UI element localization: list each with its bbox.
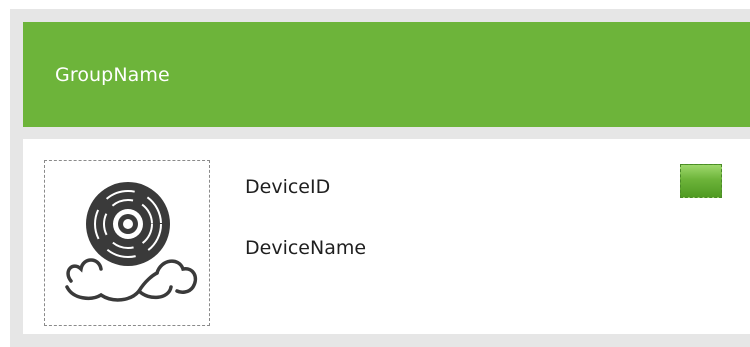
- group-name: GroupName: [55, 64, 170, 86]
- disc-cloud-icon: [65, 182, 198, 302]
- device-image-frame: [44, 160, 210, 326]
- device-name-text: DeviceName: [245, 237, 367, 259]
- device-group-container: GroupName DeviceID DeviceName: [10, 9, 750, 347]
- group-header[interactable]: GroupName: [23, 22, 750, 127]
- status-indicator-icon[interactable]: [680, 164, 722, 198]
- device-item[interactable]: DeviceID DeviceName: [23, 139, 750, 334]
- device-id-text: DeviceID: [245, 176, 331, 198]
